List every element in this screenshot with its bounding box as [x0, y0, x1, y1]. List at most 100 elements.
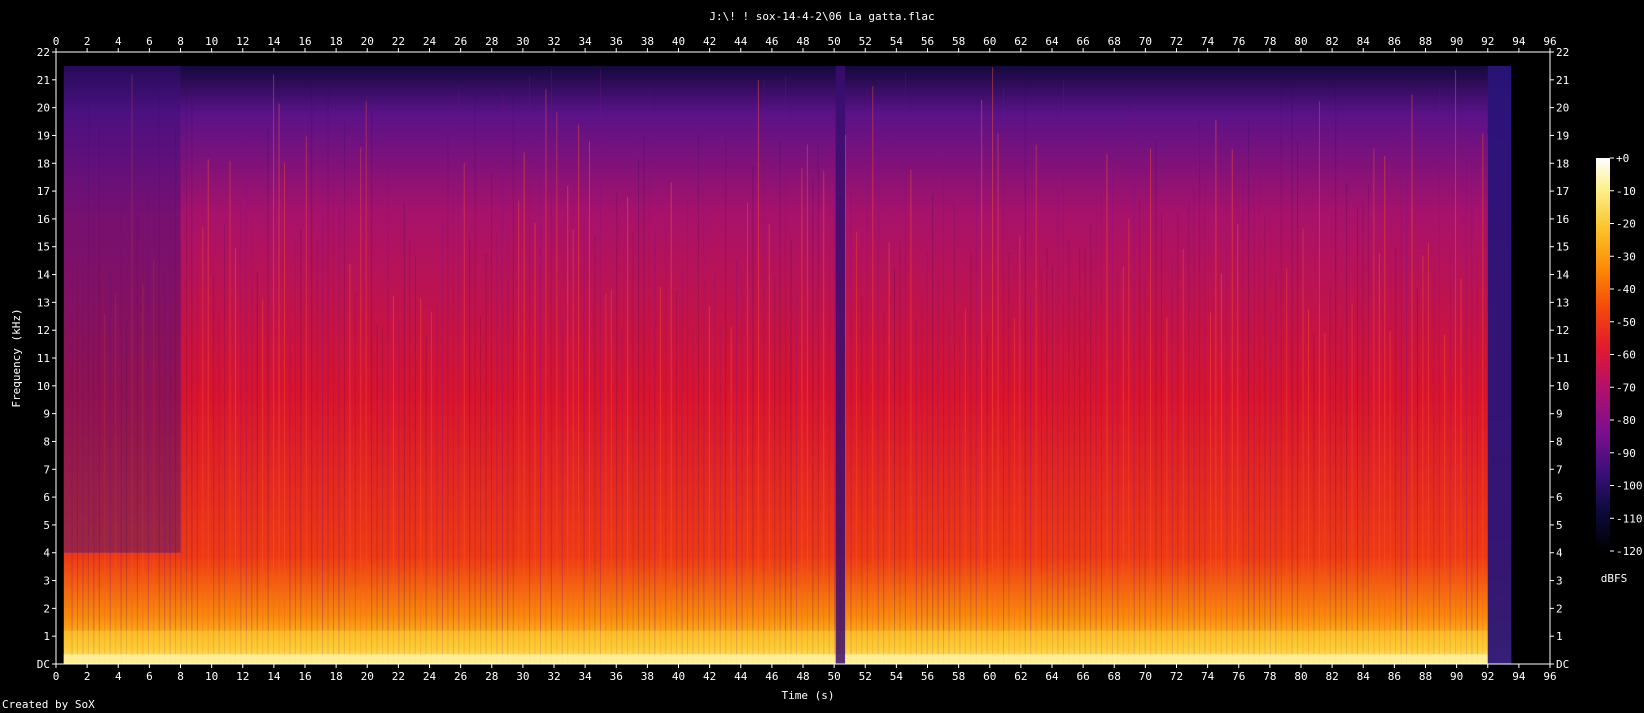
transient-streak	[806, 144, 808, 664]
transient-streak	[888, 242, 890, 665]
y-tick-label: 22	[37, 46, 50, 59]
y-tick-label: 11	[37, 352, 50, 365]
transient-streak	[834, 182, 836, 664]
y-tick-label: 4	[1556, 547, 1563, 560]
x-tick-label: 96	[1543, 35, 1556, 48]
y-tick-label: 1	[43, 630, 50, 643]
transient-streak	[539, 145, 541, 665]
transient-streak	[316, 238, 318, 664]
x-tick-label: 34	[579, 35, 593, 48]
transient-streak	[1150, 148, 1152, 664]
x-tick-label: 16	[298, 35, 311, 48]
x-tick-label: 84	[1357, 35, 1371, 48]
y-tick-label: 3	[43, 575, 50, 588]
transient-streak	[1482, 133, 1484, 665]
y-tick-label: 10	[37, 380, 50, 393]
x-tick-label: 96	[1543, 670, 1556, 683]
sox-credit: Created by SoX	[2, 698, 95, 711]
x-tick-label: 86	[1388, 670, 1401, 683]
transient-streak	[937, 277, 939, 664]
x-tick-label: 90	[1450, 670, 1463, 683]
transient-streak	[719, 326, 721, 664]
transient-streak	[1286, 268, 1288, 664]
transient-streak	[1182, 248, 1184, 664]
transient-streak	[436, 305, 438, 664]
x-tick-label: 80	[1294, 670, 1307, 683]
transient-streak	[414, 255, 416, 664]
x-tick-label: 64	[1045, 670, 1059, 683]
transient-streak	[746, 202, 748, 664]
x-tick-label: 42	[703, 35, 716, 48]
transient-streak	[1122, 266, 1124, 664]
transient-streak	[180, 240, 182, 664]
x-tick-label: 74	[1201, 35, 1215, 48]
transient-streak	[1024, 79, 1026, 664]
x-tick-label: 40	[672, 670, 685, 683]
transient-streak	[1406, 127, 1408, 664]
transient-streak	[1155, 139, 1157, 664]
x-tick-label: 30	[516, 670, 529, 683]
transient-streak	[627, 196, 629, 664]
transient-streak	[300, 229, 302, 664]
transient-streak	[741, 272, 743, 664]
x-tick-label: 2	[84, 35, 91, 48]
transient-streak	[910, 169, 912, 664]
transient-streak	[1362, 201, 1364, 664]
transient-streak	[1346, 182, 1348, 664]
transient-streak	[420, 298, 422, 664]
transient-streak	[899, 240, 901, 664]
transient-streak	[1242, 122, 1244, 664]
transient-streak	[768, 224, 770, 664]
x-tick-label: 82	[1326, 670, 1339, 683]
transient-streak	[921, 292, 923, 664]
x-axis-label: Time (s)	[782, 689, 835, 702]
transient-streak	[1231, 149, 1233, 665]
y-tick-label: 22	[1556, 46, 1569, 59]
y-tick-label: 12	[37, 324, 50, 337]
x-tick-label: 6	[146, 35, 153, 48]
x-tick-label: 48	[796, 670, 809, 683]
transient-streak	[1035, 144, 1037, 664]
transient-streak	[360, 147, 362, 664]
transient-streak	[616, 193, 618, 664]
transient-streak	[1057, 191, 1059, 664]
transient-streak	[556, 111, 558, 664]
transient-streak	[518, 200, 520, 664]
transient-streak	[1062, 81, 1064, 665]
transient-streak	[1258, 165, 1260, 665]
transient-streak	[823, 171, 825, 665]
transient-streak	[757, 79, 759, 664]
transient-streak	[490, 173, 492, 665]
transient-streak	[1002, 89, 1004, 664]
transient-streak	[801, 168, 803, 664]
x-tick-label: 52	[859, 35, 872, 48]
y-tick-label: 17	[37, 185, 50, 198]
colorbar-label: dBFS	[1601, 572, 1628, 585]
transient-streak	[589, 140, 591, 664]
transient-streak	[1395, 247, 1397, 665]
y-tick-label: 13	[37, 296, 50, 309]
y-tick-label: 7	[43, 463, 50, 476]
x-tick-label: 44	[734, 35, 748, 48]
y-tick-label: 20	[37, 102, 50, 115]
x-tick-label: 20	[361, 35, 374, 48]
transient-streak	[1166, 317, 1168, 664]
colorbar-tick-label: -80	[1616, 414, 1636, 427]
transient-streak	[1264, 214, 1266, 664]
transient-streak	[1117, 267, 1119, 664]
transient-streak	[638, 158, 640, 664]
transient-streak	[648, 90, 650, 664]
transient-streak	[392, 295, 394, 664]
transient-streak	[1433, 267, 1435, 664]
x-tick-label: 34	[579, 670, 593, 683]
plot-area	[55, 51, 1551, 665]
y-tick-label: 9	[43, 408, 50, 421]
transient-streak	[1193, 187, 1195, 664]
transient-streak	[774, 278, 776, 664]
transient-streak	[1041, 269, 1043, 664]
transient-streak	[763, 80, 765, 665]
transient-streak	[1079, 246, 1081, 664]
y-tick-label: 21	[1556, 74, 1569, 87]
y-tick-label: 7	[1556, 463, 1563, 476]
x-tick-label: 8	[177, 670, 184, 683]
